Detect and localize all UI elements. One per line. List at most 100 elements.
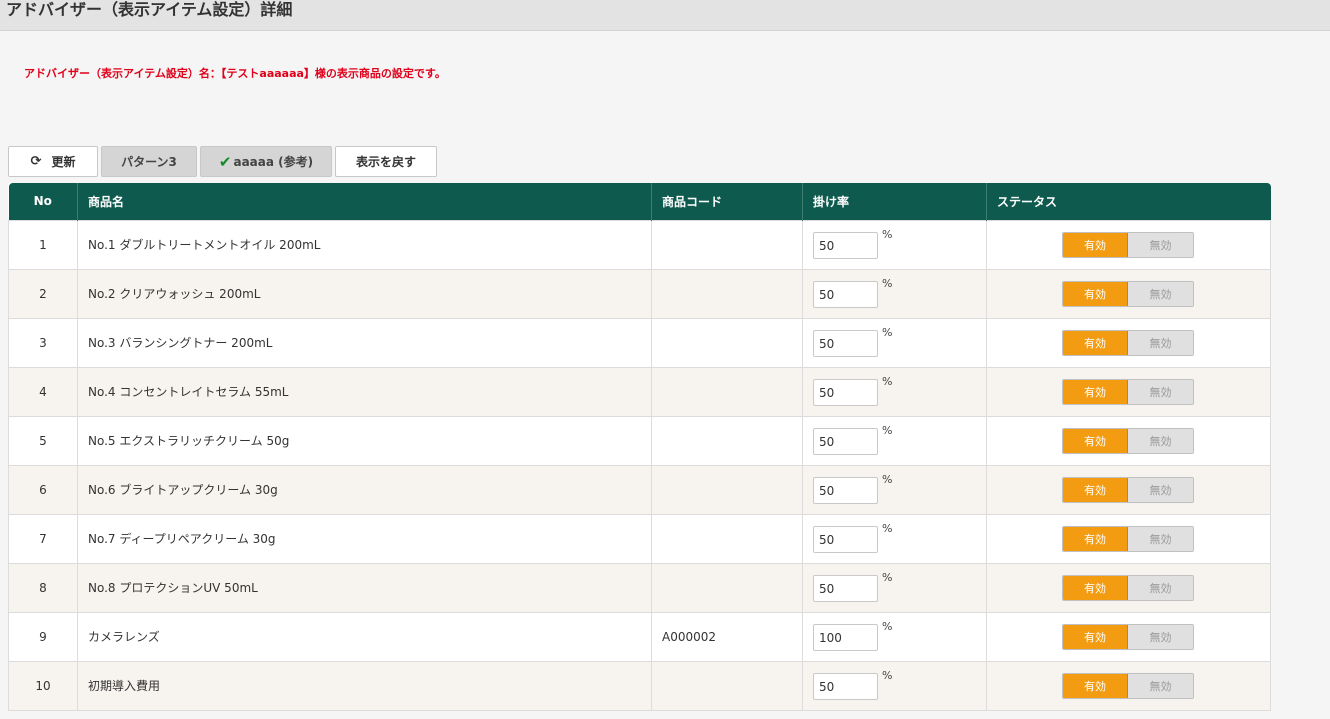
refresh-icon: ⟳ (30, 154, 42, 169)
rate-input[interactable]: 50 (813, 428, 878, 455)
rate-input[interactable]: 50 (813, 330, 878, 357)
status-toggle: 有効 無効 (1062, 378, 1194, 405)
status-enabled-button[interactable]: 有効 (1063, 232, 1128, 257)
row-number: 8 (8, 562, 78, 613)
status-disabled-button[interactable]: 無効 (1128, 379, 1193, 404)
status-toggle: 有効 無効 (1062, 574, 1194, 601)
reset-display-label: 表示を戻す (355, 155, 416, 169)
status-enabled-button[interactable]: 有効 (1063, 477, 1128, 502)
status-enabled-button[interactable]: 有効 (1063, 673, 1128, 698)
percent-unit: % (882, 571, 893, 584)
percent-unit: % (882, 620, 893, 633)
product-name: カメラレンズ (77, 611, 652, 662)
status-enabled-button[interactable]: 有効 (1063, 281, 1128, 306)
status-disabled-button[interactable]: 無効 (1128, 330, 1193, 355)
rate-cell: 50% (802, 268, 987, 319)
percent-unit: % (882, 424, 893, 437)
rate-cell: 50% (802, 415, 987, 466)
status-toggle: 有効 無効 (1062, 231, 1194, 258)
status-disabled-button[interactable]: 無効 (1128, 624, 1193, 649)
rate-cell: 50% (802, 366, 987, 417)
status-disabled-button[interactable]: 無効 (1128, 281, 1193, 306)
product-table: No 商品名 商品コード 掛け率 ステータス 1 No.1 ダブルトリートメントオ… (8, 183, 1271, 711)
status-disabled-button[interactable]: 無効 (1128, 232, 1193, 257)
rate-input[interactable]: 50 (813, 673, 878, 700)
status-cell: 有効 無効 (986, 268, 1271, 319)
row-number: 3 (8, 317, 78, 368)
reset-display-button[interactable]: 表示を戻す (335, 146, 437, 177)
header-product-name: 商品名 (77, 183, 652, 220)
pattern-label: パターン3 (121, 155, 177, 169)
rate-cell: 50% (802, 562, 987, 613)
product-code (651, 415, 803, 466)
status-disabled-button[interactable]: 無効 (1128, 477, 1193, 502)
status-toggle: 有効 無効 (1062, 623, 1194, 650)
status-toggle: 有効 無効 (1062, 476, 1194, 503)
rate-input[interactable]: 50 (813, 526, 878, 553)
refresh-button[interactable]: ⟳ 更新 (8, 146, 98, 177)
product-name: No.3 バランシングトナー 200mL (77, 317, 652, 368)
status-enabled-button[interactable]: 有効 (1063, 428, 1128, 453)
product-name: No.5 エクストラリッチクリーム 50g (77, 415, 652, 466)
percent-unit: % (882, 277, 893, 290)
pattern-button[interactable]: パターン3 (101, 146, 197, 177)
rate-input[interactable]: 50 (813, 379, 878, 406)
status-cell: 有効 無効 (986, 660, 1271, 711)
rate-input[interactable]: 50 (813, 232, 878, 259)
status-cell: 有効 無効 (986, 562, 1271, 613)
reference-label: aaaaa (参考) (233, 155, 314, 169)
rate-cell: 50% (802, 513, 987, 564)
status-enabled-button[interactable]: 有効 (1063, 526, 1128, 551)
status-disabled-button[interactable]: 無効 (1128, 673, 1193, 698)
product-name: No.6 ブライトアップクリーム 30g (77, 464, 652, 515)
status-disabled-button[interactable]: 無効 (1128, 575, 1193, 600)
status-enabled-button[interactable]: 有効 (1063, 330, 1128, 355)
header-status: ステータス (986, 183, 1271, 220)
status-cell: 有効 無効 (986, 611, 1271, 662)
status-cell: 有効 無効 (986, 366, 1271, 417)
table-row: 10 初期導入費用 50% 有効 無効 (8, 660, 1271, 711)
table-row: 1 No.1 ダブルトリートメントオイル 200mL 50% 有効 無効 (8, 219, 1271, 270)
status-enabled-button[interactable]: 有効 (1063, 575, 1128, 600)
product-code (651, 219, 803, 270)
table-row: 2 No.2 クリアウォッシュ 200mL 50% 有効 無効 (8, 268, 1271, 319)
rate-cell: 50% (802, 660, 987, 711)
rate-input[interactable]: 50 (813, 477, 878, 504)
product-name: No.2 クリアウォッシュ 200mL (77, 268, 652, 319)
row-number: 7 (8, 513, 78, 564)
reference-button[interactable]: ✔ aaaaa (参考) (200, 146, 332, 177)
rate-cell: 50% (802, 464, 987, 515)
status-enabled-button[interactable]: 有効 (1063, 379, 1128, 404)
status-toggle: 有効 無効 (1062, 280, 1194, 307)
product-code (651, 317, 803, 368)
percent-unit: % (882, 228, 893, 241)
row-number: 2 (8, 268, 78, 319)
status-disabled-button[interactable]: 無効 (1128, 428, 1193, 453)
rate-cell: 50% (802, 219, 987, 270)
rate-input[interactable]: 100 (813, 624, 878, 651)
status-toggle: 有効 無効 (1062, 672, 1194, 699)
status-cell: 有効 無効 (986, 317, 1271, 368)
page-header: アドバイザー（表示アイテム設定）詳細 (0, 0, 1330, 31)
table-row: 3 No.3 バランシングトナー 200mL 50% 有効 無効 (8, 317, 1271, 368)
rate-input[interactable]: 50 (813, 281, 878, 308)
percent-unit: % (882, 375, 893, 388)
row-number: 1 (8, 219, 78, 270)
status-enabled-button[interactable]: 有効 (1063, 624, 1128, 649)
row-number: 4 (8, 366, 78, 417)
settings-notice: アドバイザー（表示アイテム設定）名：【テストaaaaaa】様の表示商品の設定です… (24, 67, 446, 80)
row-number: 9 (8, 611, 78, 662)
status-disabled-button[interactable]: 無効 (1128, 526, 1193, 551)
table-row: 4 No.4 コンセントレイトセラム 55mL 50% 有効 無効 (8, 366, 1271, 417)
percent-unit: % (882, 669, 893, 682)
product-code (651, 464, 803, 515)
table-header-row: No 商品名 商品コード 掛け率 ステータス (8, 183, 1271, 220)
row-number: 10 (8, 660, 78, 711)
header-product-code: 商品コード (651, 183, 803, 220)
rate-input[interactable]: 50 (813, 575, 878, 602)
status-cell: 有効 無効 (986, 219, 1271, 270)
product-name: No.1 ダブルトリートメントオイル 200mL (77, 219, 652, 270)
product-name: No.7 ディープリペアクリーム 30g (77, 513, 652, 564)
percent-unit: % (882, 326, 893, 339)
product-code (651, 562, 803, 613)
